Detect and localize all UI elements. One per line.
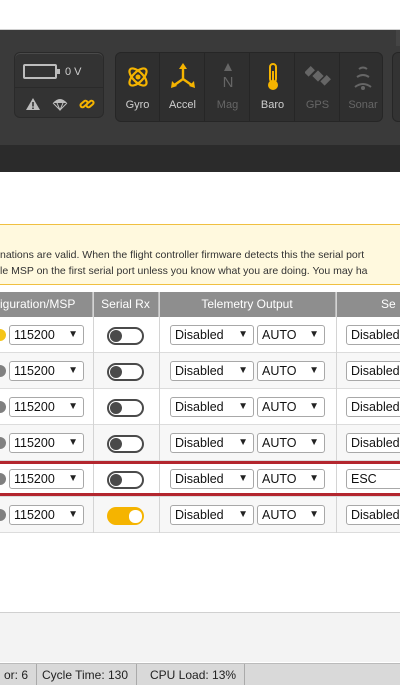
serial-rx-toggle[interactable]	[107, 471, 144, 489]
battery-icon	[23, 64, 60, 79]
port-status-dot	[0, 329, 6, 341]
col-serial-rx: Serial Rx	[93, 292, 159, 317]
table-row: 115200 ▼ Disabled ▼ AUTO ▼ Disabled	[0, 425, 400, 461]
configurator-window: 0 V Gyro Accel N Mag Baro GPS Sonar nati…	[0, 0, 400, 685]
sensor-select[interactable]: Disabled	[346, 397, 400, 417]
sensor-label: Gyro	[125, 99, 150, 111]
svg-text:N: N	[223, 74, 234, 91]
col-config-msp: iguration/MSP	[0, 292, 93, 317]
gyro-icon	[128, 67, 148, 87]
mag-icon: N	[223, 63, 234, 91]
telemetry-select[interactable]: Disabled ▼	[170, 433, 254, 453]
sensor-gps: GPS	[296, 53, 340, 121]
accel-icon	[171, 63, 195, 88]
telemetry-baud-select[interactable]: AUTO ▼	[257, 505, 325, 525]
table-row: 115200 ▼ Disabled ▼ AUTO ▼ Disabled	[0, 497, 400, 533]
note-line-1: nations are valid. When the flight contr…	[0, 249, 365, 261]
header-edge	[396, 30, 400, 46]
link-icon	[79, 99, 95, 109]
telemetry-select[interactable]: Disabled ▼	[170, 361, 254, 381]
port-status-dot	[0, 473, 6, 485]
col-sensor: Se	[381, 297, 396, 311]
port-status-dot	[0, 437, 6, 449]
sensor-label: Accel	[169, 99, 196, 111]
msp-baud-select[interactable]: 115200 ▼	[9, 505, 84, 525]
status-errors: or: 6	[0, 664, 38, 685]
serial-rx-toggle[interactable]	[107, 363, 144, 381]
status-cycle-time: Cycle Time: 130	[34, 664, 138, 685]
serial-rx-toggle[interactable]	[107, 327, 144, 345]
sonar-icon	[354, 66, 372, 90]
note-line-2: le MSP on the first serial port unless y…	[0, 265, 368, 277]
table-row: 115200 ▼ Disabled ▼ AUTO ▼ Disabled	[0, 353, 400, 389]
serial-rx-toggle[interactable]	[107, 399, 144, 417]
sensor-baro: Baro	[251, 53, 295, 121]
table-row: 115200 ▼ Disabled ▼ AUTO ▼ Disabled	[0, 317, 400, 353]
port-status-dot	[0, 365, 6, 377]
telemetry-baud-select[interactable]: AUTO ▼	[257, 433, 325, 453]
msp-baud-select[interactable]: 115200 ▼	[9, 361, 84, 381]
sensor-select[interactable]: Disabled	[346, 361, 400, 381]
column-divider	[93, 292, 94, 533]
telemetry-baud-select[interactable]: AUTO ▼	[257, 325, 325, 345]
bottom-toolbar	[0, 612, 400, 662]
telemetry-select[interactable]: Disabled ▼	[170, 469, 254, 489]
column-divider	[336, 292, 337, 533]
top-strip	[0, 0, 400, 30]
sensor-panel: Gyro Accel N Mag Baro GPS Sonar	[115, 52, 383, 122]
sensor-mag: N Mag	[206, 53, 250, 121]
telemetry-baud-select[interactable]: AUTO ▼	[257, 469, 325, 489]
header-lower-band	[0, 145, 400, 172]
sensor-label: Baro	[260, 99, 285, 111]
battery-voltage: 0 V	[65, 66, 82, 78]
gps-icon	[305, 66, 331, 86]
info-note: nations are valid. When the flight contr…	[0, 224, 400, 285]
telemetry-baud-select[interactable]: AUTO ▼	[257, 361, 325, 381]
port-status-dot	[0, 509, 6, 521]
telemetry-baud-select[interactable]: AUTO ▼	[257, 397, 325, 417]
sensor-label: GPS	[305, 99, 330, 111]
column-divider	[159, 292, 160, 533]
parachute-icon	[52, 99, 68, 111]
msp-baud-select[interactable]: 115200 ▼	[9, 325, 84, 345]
battery-panel: 0 V	[14, 52, 104, 118]
ports-table-header: iguration/MSP Serial Rx Telemetry Output…	[0, 292, 400, 317]
table-row: 115200 ▼ Disabled ▼ AUTO ▼ ESC	[0, 461, 400, 497]
sensor-select[interactable]: Disabled	[346, 433, 400, 453]
telemetry-select[interactable]: Disabled ▼	[170, 325, 254, 345]
sensor-select[interactable]: Disabled	[346, 325, 400, 345]
warning-icon	[26, 98, 40, 110]
sensor-accel: Accel	[161, 53, 205, 121]
sensor-label: Mag	[216, 99, 239, 111]
sensor-sonar: Sonar	[341, 53, 385, 121]
col-telemetry: Telemetry Output	[159, 292, 336, 317]
baro-icon	[268, 63, 278, 90]
msp-baud-select[interactable]: 115200 ▼	[9, 469, 84, 489]
sensor-select[interactable]: ESC	[346, 469, 400, 489]
sensor-gyro: Gyro	[116, 53, 160, 121]
highlight-line-top	[0, 461, 400, 464]
table-row: 115200 ▼ Disabled ▼ AUTO ▼ Disabled	[0, 389, 400, 425]
serial-rx-toggle[interactable]	[107, 435, 144, 453]
header-edge-panel	[392, 52, 400, 122]
msp-baud-select[interactable]: 115200 ▼	[9, 397, 84, 417]
status-bar: or: 6 Cycle Time: 130 CPU Load: 13%	[0, 663, 400, 685]
telemetry-select[interactable]: Disabled ▼	[170, 397, 254, 417]
sensor-select[interactable]: Disabled	[346, 505, 400, 525]
port-status-dot	[0, 401, 6, 413]
highlight-line-bottom	[0, 493, 400, 496]
sensor-label: Sonar	[348, 99, 378, 111]
status-cpu-load: CPU Load: 13%	[142, 664, 246, 685]
serial-rx-toggle[interactable]	[107, 507, 144, 525]
telemetry-select[interactable]: Disabled ▼	[170, 505, 254, 525]
msp-baud-select[interactable]: 115200 ▼	[9, 433, 84, 453]
